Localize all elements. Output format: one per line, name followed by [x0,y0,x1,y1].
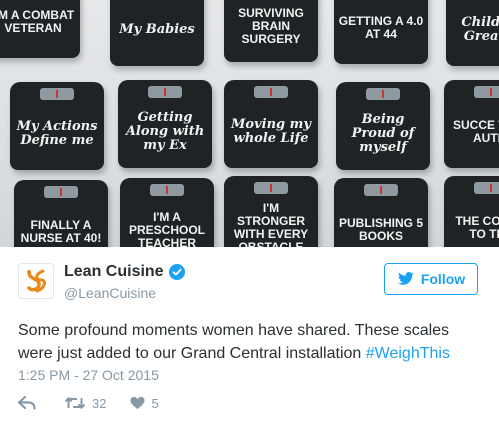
hashtag-link[interactable]: #WeighThis [366,345,450,362]
verified-badge-icon [168,264,185,280]
tweet-text: Some profound moments women have shared.… [18,319,488,365]
scale: Moving my whole Life [224,80,318,168]
scale: I'm a Preschool Teacher [120,178,214,247]
retweet-count: 32 [92,395,107,411]
scale-dial [44,186,78,198]
scale-text: My Babies [119,22,195,37]
tweet-timestamp[interactable]: 1:25 PM - 27 Oct 2015 [18,367,159,383]
scale-text: Finally a Nurse at 40! [20,218,102,245]
avatar[interactable] [18,263,54,299]
tweet-actions: 32 5 [18,393,159,413]
scale: I'm Stronger with Every Obstacle [224,176,318,247]
scale: Succe with Autis [444,80,499,168]
scale: Getting Along with my Ex [118,80,212,168]
scale: Finally a Nurse at 40! [14,180,108,247]
display-name-text[interactable]: Lean Cuisine [64,263,164,281]
like-button[interactable]: 5 [130,395,159,411]
scale: Publishing 5 Books [334,178,428,247]
tweet-photo[interactable]: I'm a Combat Veteran My Babies Surviving… [0,0,499,247]
scale-dial [364,184,398,196]
scale-text: Getting a 4.0 at 44 [338,14,424,41]
scale-text: My Actions Define me [16,119,98,148]
reply-button[interactable] [18,396,36,410]
scale-dial [254,182,288,194]
scale-text: Being Proud of myself [351,112,415,155]
scale-text: The Coura to try [455,214,499,241]
retweet-icon [64,397,86,409]
scale-text: I'm a Preschool Teacher [128,209,205,247]
scale-text: Publishing 5 Books [338,216,423,243]
scale: I'm a Combat Veteran [0,0,80,58]
user-handle[interactable]: @LeanCuisine [64,285,156,301]
scale-text: I'm Stronger with Every Obstacle [233,201,309,248]
retweet-button[interactable]: 32 [64,396,106,411]
scale: The Coura to try [444,176,499,247]
tweet-card: Lean Cuisine @LeanCuisine Follow Some pr… [0,247,499,429]
reply-icon [18,396,36,410]
heart-icon [130,396,145,410]
scale-dial [366,88,400,100]
scale-text: Children Greatne [461,15,499,44]
follow-button[interactable]: Follow [384,263,478,295]
scale-text: Moving my whole Life [231,117,311,146]
scale-dial [474,182,499,194]
scale-text: Surviving Brain Surgery [238,5,304,46]
scale-text: Succe with Autis [453,118,499,145]
scale: My Babies [110,0,204,66]
twitter-bird-icon [397,272,414,285]
scale-dial [254,86,288,98]
scale-dial [148,86,182,98]
scale-text: Getting Along with my Ex [125,110,205,153]
display-name[interactable]: Lean Cuisine [64,263,185,281]
scale: Children Greatne [446,0,499,66]
like-count: 5 [151,395,159,411]
scale: Getting a 4.0 at 44 [334,0,428,64]
lean-cuisine-logo-icon [27,269,46,293]
scale-dial [474,86,499,98]
scale-dial [40,88,74,100]
scale: My Actions Define me [10,82,104,170]
scale-dial [150,184,184,196]
scale-text: I'm a Combat Veteran [0,8,75,35]
follow-button-label: Follow [420,271,466,287]
scale: Being Proud of myself [336,82,430,170]
scale: Surviving Brain Surgery [224,0,318,62]
